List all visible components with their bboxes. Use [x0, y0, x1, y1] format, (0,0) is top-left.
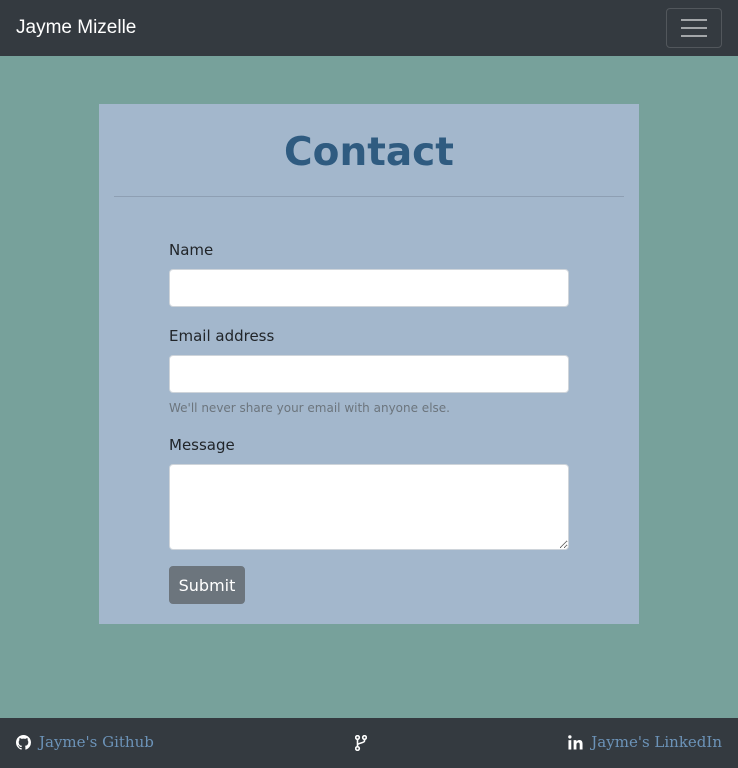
linkedin-icon [568, 734, 583, 750]
submit-button[interactable]: Submit [169, 566, 245, 604]
menu-toggle-button[interactable] [666, 8, 722, 48]
name-input[interactable] [169, 269, 569, 307]
page-footer: Jayme's Github Jayme's LinkedIn [0, 718, 738, 768]
brand-link[interactable]: Jayme Mizelle [16, 17, 136, 39]
hamburger-icon [681, 17, 707, 39]
page-title: Contact [284, 130, 454, 175]
title-divider [114, 196, 624, 197]
github-link[interactable]: Jayme's Github [16, 733, 154, 751]
name-label: Name [169, 241, 214, 259]
email-input[interactable] [169, 355, 569, 393]
linkedin-link[interactable]: Jayme's LinkedIn [568, 733, 722, 751]
email-help-text: We'll never share your email with anyone… [169, 401, 450, 415]
message-textarea[interactable] [169, 464, 569, 550]
contact-card: Contact Name Email address We'll never s… [99, 104, 639, 624]
github-link-label: Jayme's Github [39, 733, 154, 751]
email-label: Email address [169, 327, 275, 345]
github-icon [16, 734, 31, 750]
message-label: Message [169, 436, 235, 454]
code-fork-icon[interactable] [355, 735, 367, 751]
linkedin-link-label: Jayme's LinkedIn [591, 733, 722, 751]
top-navbar: Jayme Mizelle [0, 0, 738, 56]
